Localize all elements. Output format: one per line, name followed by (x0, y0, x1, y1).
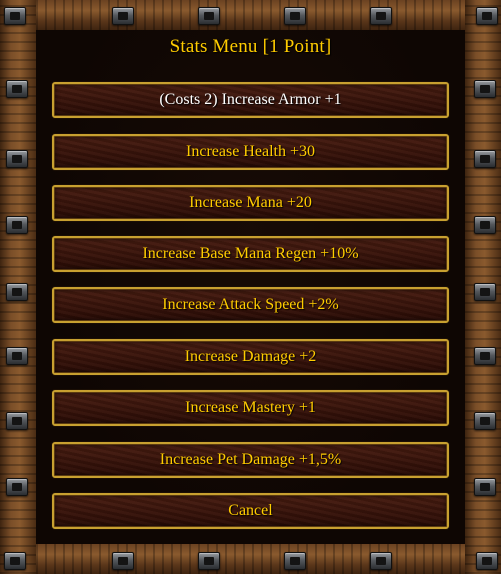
rivet-icon (4, 552, 26, 570)
rivet-icon (370, 552, 392, 570)
rivet-icon (474, 216, 496, 234)
rivet-icon (6, 150, 28, 168)
rivet-icon (198, 7, 220, 25)
rivet-icon (474, 283, 496, 301)
rivet-icon (6, 283, 28, 301)
rivet-icon (284, 552, 306, 570)
increase-attack-speed-button[interactable]: Increase Attack Speed +2% (52, 287, 449, 323)
wooden-frame-top (0, 0, 501, 30)
rivet-icon (474, 80, 496, 98)
rivet-icon (112, 7, 134, 25)
increase-health-button[interactable]: Increase Health +30 (52, 134, 449, 170)
rivet-icon (6, 347, 28, 365)
rivet-icon (370, 7, 392, 25)
rivet-icon (474, 478, 496, 496)
rivet-icon (6, 80, 28, 98)
rivet-icon (474, 150, 496, 168)
increase-damage-button[interactable]: Increase Damage +2 (52, 339, 449, 375)
rivet-icon (474, 347, 496, 365)
rivet-icon (6, 216, 28, 234)
rivet-icon (112, 552, 134, 570)
increase-mastery-button[interactable]: Increase Mastery +1 (52, 390, 449, 426)
rivet-icon (284, 7, 306, 25)
wooden-frame-bottom (0, 544, 501, 574)
increase-pet-damage-button[interactable]: Increase Pet Damage +1,5% (52, 442, 449, 478)
cancel-button[interactable]: Cancel (52, 493, 449, 529)
rivet-icon (4, 7, 26, 25)
rivet-icon (476, 7, 498, 25)
increase-mana-regen-button[interactable]: Increase Base Mana Regen +10% (52, 236, 449, 272)
stats-menu-dialog: Stats Menu [1 Point] (Costs 2) Increase … (0, 0, 501, 574)
rivet-icon (198, 552, 220, 570)
increase-mana-button[interactable]: Increase Mana +20 (52, 185, 449, 221)
increase-armor-button[interactable]: (Costs 2) Increase Armor +1 (52, 82, 449, 118)
rivet-icon (6, 412, 28, 430)
dialog-title: Stats Menu [1 Point] (169, 36, 332, 57)
rivet-icon (474, 412, 496, 430)
rivet-icon (6, 478, 28, 496)
rivet-icon (476, 552, 498, 570)
